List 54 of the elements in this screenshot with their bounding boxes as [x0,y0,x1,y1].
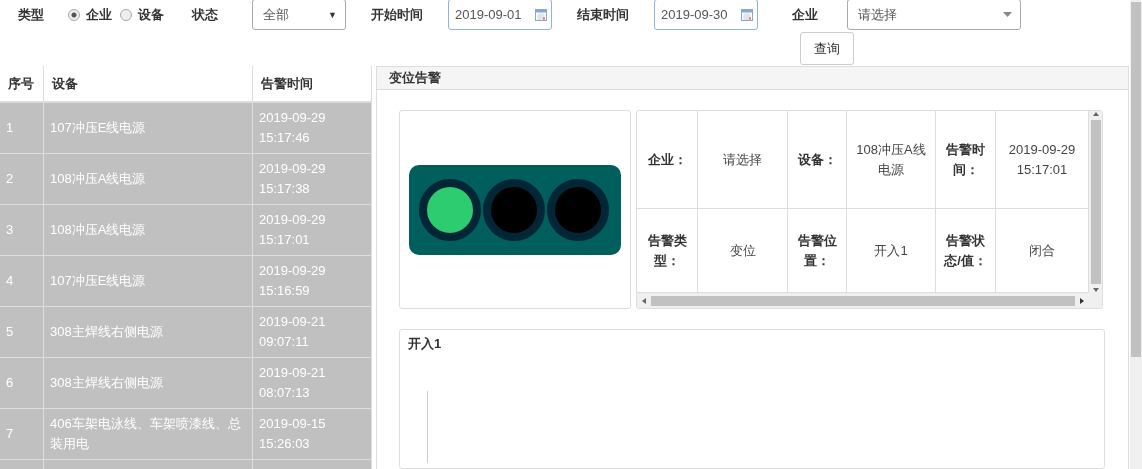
table-cell: 308主焊线右侧电源 [44,307,253,358]
status-label: 状态 [192,5,218,24]
scroll-arrow-icon[interactable] [1092,111,1100,117]
chart-title: 开入1 [408,335,443,353]
table-cell: 3 [0,205,44,256]
table-cell: 6 [0,358,44,409]
panel-title: 变位告警 [389,69,441,87]
table-cell: 2019-09-29 15:17:38 [253,154,372,205]
column-header: 序号 [0,66,44,103]
table-cell: 2019-09-29 15:17:46 [253,103,372,154]
table-cell: 108冲压A线电源 [44,205,253,256]
table-cell: 4 [0,256,44,307]
caret-icon [1003,12,1012,17]
column-header: 设备 [44,66,253,103]
axis-line [427,391,428,463]
table-cell: 2019-09-29 15:16:59 [253,256,372,307]
radio-button[interactable] [120,8,132,21]
table-cell: 5 [0,307,44,358]
field-label: 告警时间： [936,111,996,209]
radio-label: 企业 [86,5,112,24]
calendar-icon[interactable] [741,8,753,21]
table-cell: 108冲压A线电源 [44,154,253,205]
horizontal-scrollbar[interactable] [637,293,1089,308]
column-header: 告警时间 [253,66,372,103]
table-cell: 1 [0,103,44,154]
query-button[interactable]: 查询 [800,32,854,65]
end-date-field[interactable]: 2019-09-30 [654,0,758,30]
table-cell: 107冲压E线电源 [44,103,253,154]
radio-label: 设备 [138,5,164,24]
table-cell: 406车架电泳线、车架喷漆线、总装用电 [44,409,253,460]
scroll-arrow-icon[interactable] [641,296,647,305]
table-cell: 7 [0,409,44,460]
end-time-label: 结束时间 [577,5,629,24]
company-label: 企业 [792,5,818,24]
field-label: 企业： [637,111,698,209]
status-select[interactable]: 全部 ▼ [252,0,346,30]
type-label: 类型 [18,5,44,24]
field-label: 设备： [788,111,847,209]
radio-button[interactable] [68,8,80,21]
page-scrollbar[interactable] [1130,0,1142,469]
table-cell: 2019-09-15 15:26:03 [253,409,372,460]
table-cell: 2019-09-29 15:17:01 [253,205,372,256]
table-cell: 2 [0,154,44,205]
table-cell: 308主焊线右侧电源 [44,358,253,409]
start-date-field[interactable]: 2019-09-01 [448,0,552,30]
calendar-icon[interactable] [535,8,547,21]
table-cell: 2019-09-21 08:07:13 [253,358,372,409]
company-select[interactable]: 请选择 [847,0,1021,30]
vertical-scrollbar[interactable] [1089,111,1102,293]
field-value: 108冲压A线电源 [847,111,936,209]
table-cell: 107冲压E线电源 [44,256,253,307]
field-value: 请选择 [698,111,788,209]
table-cell: 2019-09-21 09:07:11 [253,307,372,358]
start-time-label: 开始时间 [371,5,423,24]
